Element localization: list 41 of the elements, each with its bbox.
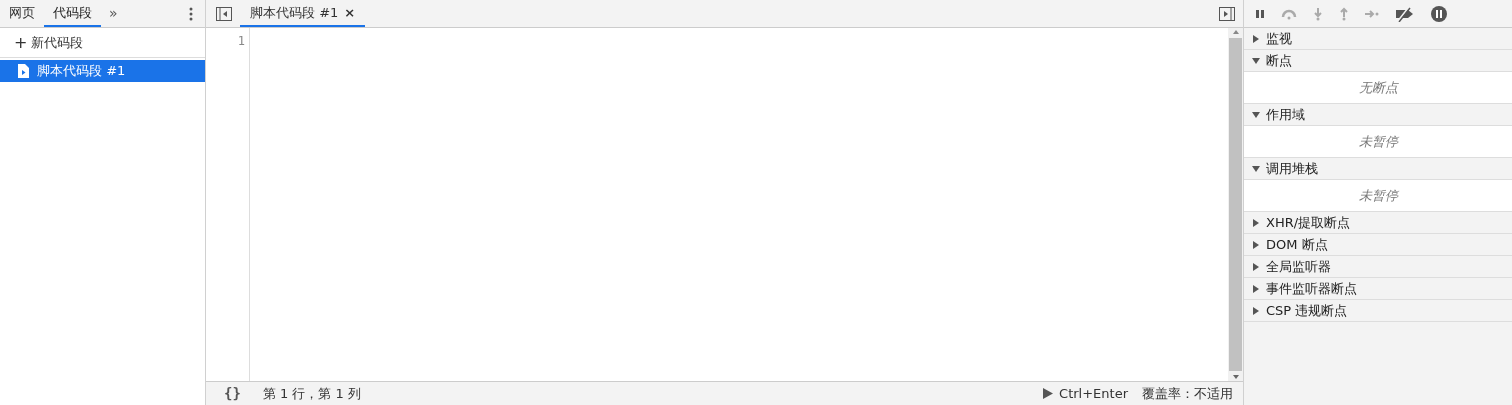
- pause-on-exceptions-icon[interactable]: [1430, 4, 1448, 23]
- collapsed-arrow-icon: [1252, 262, 1260, 271]
- pause-icon[interactable]: [1254, 7, 1266, 20]
- section-title: 断点: [1266, 51, 1292, 70]
- run-shortcut: Ctrl+Enter: [1059, 384, 1128, 403]
- expanded-arrow-icon: [1252, 56, 1260, 65]
- snippet-label: 脚本代码段 #1: [37, 62, 126, 81]
- collapsed-arrow-icon: [1252, 306, 1260, 315]
- empty-message: 未暂停: [1358, 186, 1398, 205]
- collapsed-arrow-icon: [1252, 34, 1260, 43]
- editor-tab[interactable]: 脚本代码段 #1 ×: [240, 0, 366, 27]
- collapsed-arrow-icon: [1252, 240, 1260, 249]
- cursor-position: 第 1 行，第 1 列: [262, 384, 361, 403]
- format-button[interactable]: {}: [216, 383, 249, 404]
- expanded-arrow-icon: [1252, 110, 1260, 119]
- section-title: 事件监听器断点: [1266, 279, 1357, 298]
- tab-label: 脚本代码段 #1: [250, 3, 339, 22]
- plus-icon: +: [14, 30, 28, 55]
- run-icon[interactable]: [1043, 388, 1054, 399]
- empty-message: 无断点: [1358, 78, 1398, 97]
- snippet-item[interactable]: 脚本代码段 #1: [0, 60, 205, 82]
- coverage-status: 覆盖率：不适用: [1142, 384, 1233, 403]
- section-title: CSP 违规断点: [1266, 301, 1348, 320]
- menu-icon[interactable]: [189, 6, 193, 21]
- section-title: 作用域: [1266, 105, 1305, 124]
- scrollbar[interactable]: [1228, 28, 1243, 381]
- close-icon[interactable]: ×: [344, 2, 356, 23]
- empty-message: 未暂停: [1358, 132, 1398, 151]
- expanded-arrow-icon: [1252, 164, 1260, 173]
- section-title: 全局监听器: [1266, 257, 1331, 276]
- panel-tab[interactable]: 网页: [0, 0, 44, 27]
- section-title: 调用堆栈: [1266, 159, 1318, 178]
- file-icon: [18, 64, 29, 78]
- new-snippet-label: 新代码段: [31, 33, 84, 52]
- section-title: XHR/提取断点: [1266, 213, 1351, 232]
- line-number: 1: [236, 33, 245, 50]
- section-title: DOM 断点: [1266, 235, 1328, 254]
- section-title: 监视: [1266, 29, 1292, 48]
- collapsed-arrow-icon: [1252, 218, 1260, 227]
- collapsed-arrow-icon: [1252, 284, 1260, 293]
- more-tabs-button[interactable]: »: [101, 0, 126, 27]
